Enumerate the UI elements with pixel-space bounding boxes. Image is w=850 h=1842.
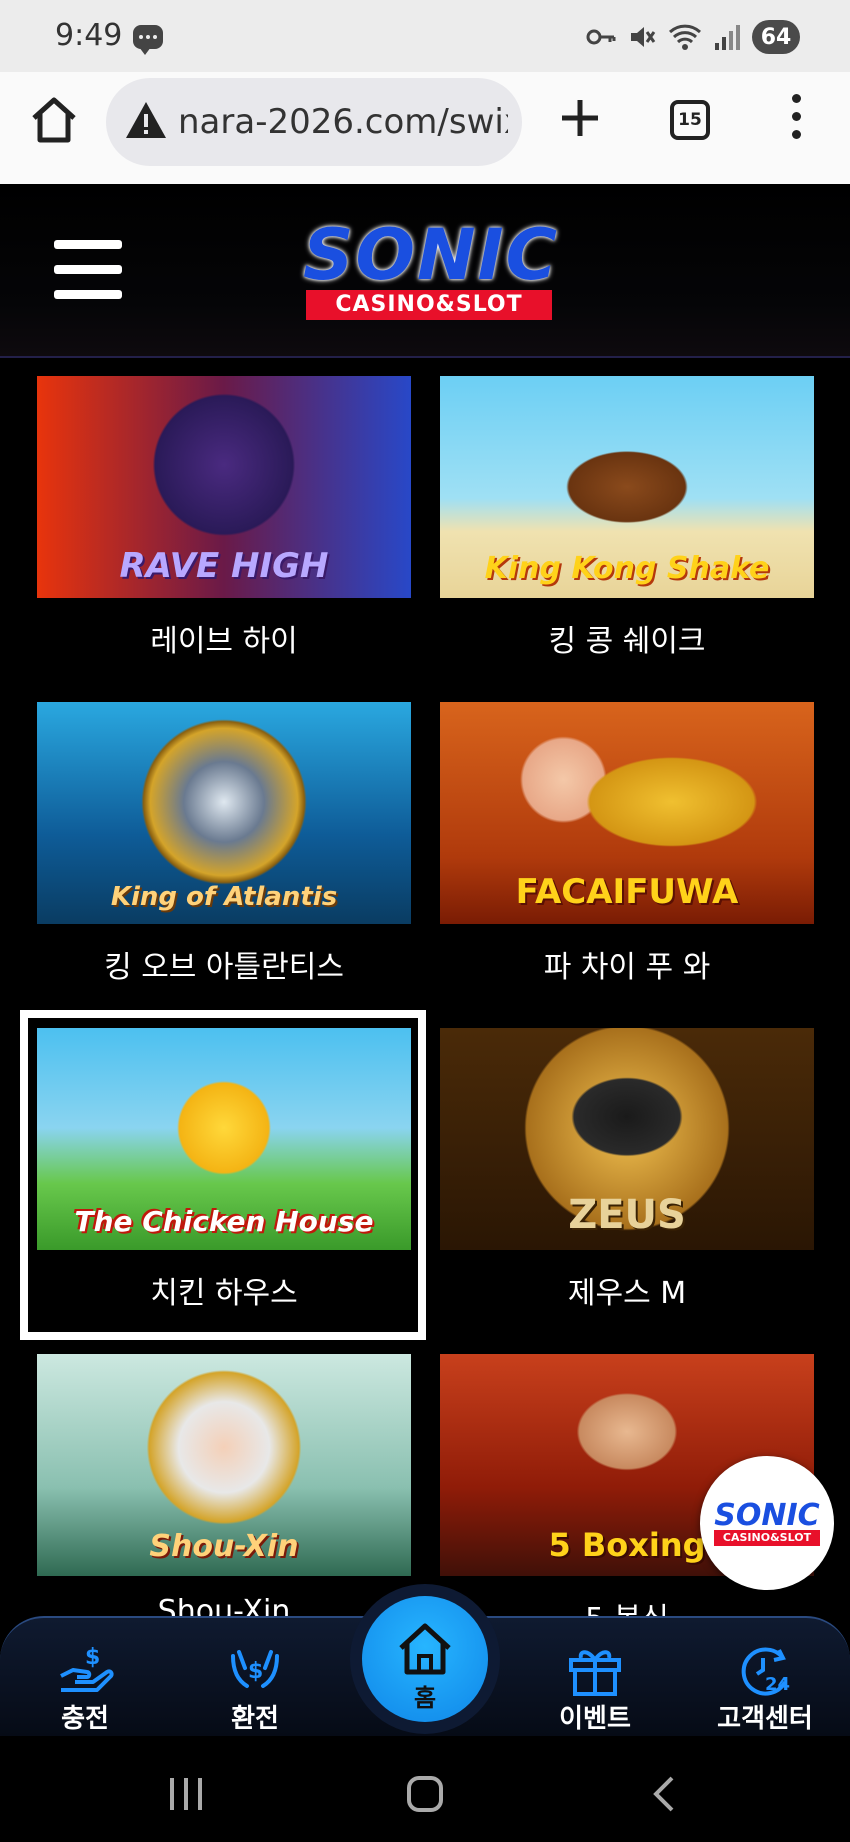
badge-subtitle: CASINO&SLOT [714, 1530, 820, 1546]
nav-deposit-label: 충전 [61, 1704, 109, 1734]
browser-toolbar: nara-2026.com/swix 15 [0, 72, 850, 184]
nav-home-circle[interactable]: 홈 [362, 1596, 488, 1722]
status-bar: 9:49 64 [0, 0, 850, 72]
game-card[interactable]: FACAIFUWA 파 차이 푸 와 [440, 702, 814, 986]
site-logo[interactable]: SONIC CASINO&SLOT [286, 214, 576, 324]
game-thumbnail[interactable]: The Chicken House [37, 1028, 411, 1250]
nav-event[interactable]: 이벤트 [525, 1618, 665, 1738]
svg-text:24: 24 [765, 1674, 790, 1695]
game-card[interactable]: The Chicken House 치킨 하우스 [37, 1028, 411, 1312]
deposit-icon: $ [60, 1645, 114, 1692]
game-thumbnail[interactable]: King Kong Shake [440, 376, 814, 598]
back-icon[interactable] [650, 1776, 678, 1812]
game-thumbnail[interactable]: FACAIFUWA [440, 702, 814, 924]
game-thumbnail-title: Shou-Xin [149, 1529, 299, 1564]
url-text[interactable]: nara-2026.com/swix [178, 102, 508, 142]
system-home-icon[interactable] [407, 1776, 443, 1812]
logo-subtitle: CASINO&SLOT [306, 290, 552, 320]
game-thumbnail-title: King Kong Shake [484, 551, 770, 586]
recent-apps-icon[interactable] [170, 1778, 206, 1810]
svg-text:$: $ [248, 1659, 263, 1684]
nav-deposit[interactable]: $ 충전 [15, 1618, 155, 1738]
tab-switcher-button[interactable]: 15 [670, 100, 710, 140]
system-navigation-bar [0, 1736, 850, 1842]
game-name[interactable]: 파 차이 푸 와 [440, 942, 814, 986]
key-icon [586, 29, 616, 45]
game-card[interactable]: King Kong Shake 킹 콩 쉐이크 [440, 376, 814, 660]
logo-wordmark: SONIC [303, 214, 559, 296]
nav-home-label: 홈 [413, 1684, 437, 1712]
new-tab-icon[interactable] [556, 94, 604, 142]
game-card[interactable]: Shou-Xin Shou-Xin [37, 1354, 411, 1629]
wifi-icon [668, 24, 702, 50]
signal-icon [715, 25, 740, 50]
game-name[interactable]: 킹 콩 쉐이크 [440, 616, 814, 660]
address-bar[interactable]: nara-2026.com/swix [106, 78, 522, 166]
home-icon [399, 1623, 451, 1675]
gift-icon [569, 1650, 621, 1696]
support-24h-icon: 24 [741, 1647, 790, 1696]
game-name[interactable]: 킹 오브 아틀란티스 [37, 942, 411, 986]
game-thumbnail[interactable]: RAVE HIGH [37, 376, 411, 598]
game-thumbnail[interactable]: ZEUS [440, 1028, 814, 1250]
game-thumbnail-title: FACAIFUWA [515, 872, 739, 912]
status-time: 9:49 [55, 18, 123, 53]
svg-text:$: $ [85, 1645, 100, 1670]
game-name[interactable]: 레이브 하이 [37, 616, 411, 660]
nav-withdraw[interactable]: $ 환전 [185, 1618, 325, 1738]
nav-withdraw-label: 환전 [231, 1704, 279, 1734]
not-secure-warning-icon[interactable] [124, 100, 168, 140]
game-thumbnail[interactable]: King of Atlantis [37, 702, 411, 924]
hamburger-menu-icon[interactable] [54, 240, 122, 300]
browser-home-icon[interactable] [28, 94, 80, 146]
withdraw-icon: $ [231, 1650, 279, 1688]
game-thumbnail-title: King of Atlantis [110, 882, 338, 912]
game-thumbnail-title: RAVE HIGH [119, 546, 329, 586]
site-header: SONIC CASINO&SLOT [0, 184, 850, 358]
game-thumbnail-title: ZEUS [568, 1192, 686, 1238]
game-name[interactable]: 치킨 하우스 [37, 1268, 411, 1312]
nav-support[interactable]: 24 고객센터 [695, 1618, 835, 1738]
nav-event-label: 이벤트 [559, 1704, 631, 1734]
floating-logo-button[interactable]: SONIC CASINO&SLOT [700, 1456, 834, 1590]
game-thumbnail[interactable]: Shou-Xin [37, 1354, 411, 1576]
game-name[interactable]: 제우스 M [440, 1268, 814, 1312]
nav-support-label: 고객센터 [717, 1704, 813, 1734]
game-card[interactable]: RAVE HIGH 레이브 하이 [37, 376, 411, 660]
browser-menu-icon[interactable] [788, 94, 804, 144]
game-thumbnail-title: The Chicken House [74, 1205, 374, 1238]
game-card[interactable]: King of Atlantis 킹 오브 아틀란티스 [37, 702, 411, 986]
status-icons: 64 [586, 20, 800, 54]
message-icon [133, 25, 163, 55]
nav-home-button[interactable]: 홈 [350, 1584, 500, 1734]
mute-icon [631, 27, 656, 47]
game-card[interactable]: ZEUS 제우스 M [440, 1028, 814, 1312]
badge-wordmark: SONIC [714, 1498, 820, 1533]
battery-indicator: 64 [752, 20, 800, 54]
